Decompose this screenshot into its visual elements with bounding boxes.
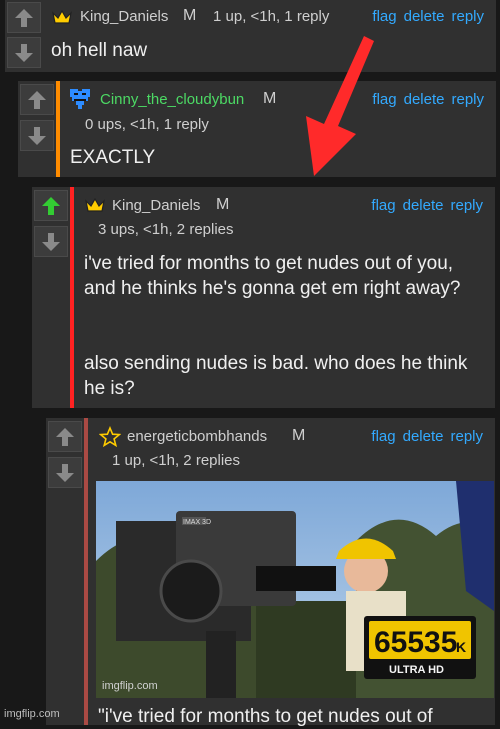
flag-link[interactable]: flag [371,197,395,214]
comment-info: 1 up, <1h, 1 reply [213,8,330,25]
delete-link[interactable]: delete [403,197,444,214]
down-arrow-icon [28,126,46,145]
badge-number: 65535 [374,626,457,659]
comment-body: "i've tried for months to get nudes out … [98,706,433,727]
downvote-button[interactable] [20,120,54,151]
up-arrow-icon [15,8,33,27]
footer-watermark: imgflip.com [4,708,60,720]
comment-1: King_Daniels M 1 up, <1h, 1 reply flag de… [5,0,496,72]
comment-actions: flag delete reply [365,8,484,25]
downvote-button[interactable] [34,226,68,257]
reply-link[interactable]: reply [450,428,483,445]
up-arrow-icon [28,90,46,109]
downvote-button[interactable] [7,37,41,68]
upvote-button[interactable] [34,190,68,221]
badge-suffix: K [456,639,466,655]
down-arrow-icon [42,232,60,251]
crown-icon [52,9,72,24]
thread-accent-bar [84,418,88,725]
crown-icon [85,197,105,212]
comment-body-paragraph-1: i've tried for months to get nudes out o… [84,253,461,299]
meme-image[interactable]: IMAX 3D 65535 K ULTRA HD imgflip.com [96,481,494,698]
username[interactable]: King_Daniels [80,8,168,25]
delete-link[interactable]: delete [403,428,444,445]
mod-badge: M [183,7,197,24]
flag-link[interactable]: flag [372,8,396,25]
upvote-button[interactable] [7,2,41,33]
flag-link[interactable]: flag [371,428,395,445]
comment-info: 1 up, <1h, 2 replies [112,452,241,469]
vote-column [18,81,56,177]
delete-link[interactable]: delete [404,8,445,25]
mod-badge: M [216,196,230,213]
comment-info: 3 ups, <1h, 2 replies [98,221,234,238]
image-watermark: imgflip.com [102,680,158,692]
upvote-button[interactable] [48,421,82,452]
pixel-heart-icon [70,89,90,109]
comment-actions: flag delete reply [364,428,483,445]
thread-accent-bar [56,81,60,177]
thread-accent-bar [70,187,74,408]
delete-link[interactable]: delete [404,91,445,108]
camera-label: IMAX 3D [183,519,211,526]
comment-body: oh hell naw [51,40,148,61]
comment-3: King_Daniels M flag delete reply 3 ups, <1… [32,187,495,408]
meme-image-art: IMAX 3D 65535 K ULTRA HD [96,481,494,698]
reply-link[interactable]: reply [451,8,484,25]
vote-column [46,418,84,725]
mod-badge: M [263,90,277,107]
star-icon [99,426,121,448]
mod-badge: M [292,427,306,444]
down-arrow-icon [15,43,33,62]
comment-body: EXACTLY [70,147,156,168]
badge-subtitle: ULTRA HD [389,664,444,676]
downvote-button[interactable] [48,457,82,488]
comment-actions: flag delete reply [364,197,483,214]
up-arrow-icon [56,427,74,446]
username[interactable]: King_Daniels [112,197,200,214]
down-arrow-icon [56,463,74,482]
comment-4: energeticbombhands M flag delete reply 1 u… [46,418,495,727]
vote-column [5,0,43,72]
username[interactable]: Cinny_the_cloudybun [100,91,244,108]
upvote-button[interactable] [20,84,54,115]
comment-info: 0 ups, <1h, 1 reply [85,116,209,133]
up-arrow-icon [42,196,60,215]
vote-column [32,187,70,408]
comment-2: Cinny_the_cloudybun M flag delete reply 0 … [18,81,496,177]
username[interactable]: energeticbombhands [127,428,267,445]
reply-link[interactable]: reply [451,91,484,108]
red-arrow-icon [306,36,374,176]
comment-body-paragraph-2: also sending nudes is bad. who does he t… [84,353,468,399]
reply-link[interactable]: reply [450,197,483,214]
